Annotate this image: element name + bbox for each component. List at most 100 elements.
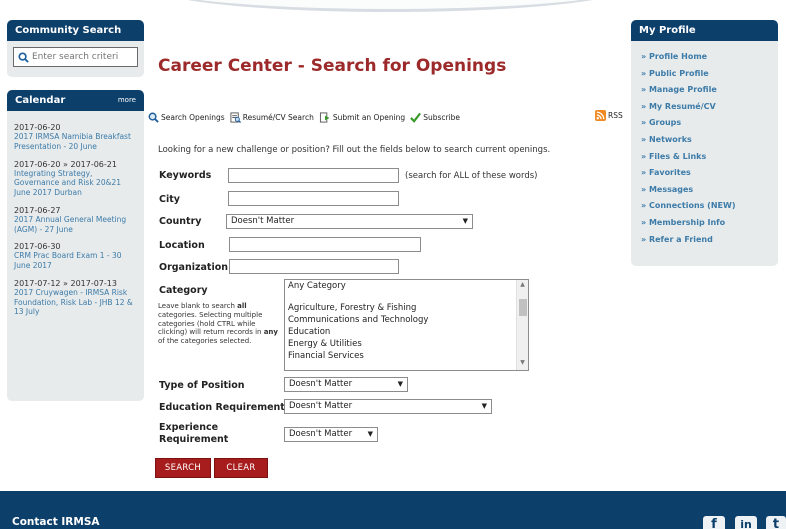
event-date: 2017-06-20 » 2017-06-21: [14, 159, 117, 169]
city-input[interactable]: [228, 191, 399, 206]
calendar-events: 2017-06-20 2017 IRMSA Namibia Breakfast …: [7, 111, 144, 401]
event-title-link[interactable]: 2017 Cruywagen - IRMSA Risk Foundation, …: [14, 288, 138, 317]
resume-search-link[interactable]: Resumé/CV Search: [230, 111, 314, 123]
category-help-any: any: [263, 328, 278, 337]
event-title-link[interactable]: 2017 Annual General Meeting (AGM) - 27 J…: [14, 215, 138, 235]
organization-input[interactable]: [229, 259, 399, 274]
community-search-body: [7, 41, 144, 77]
rss-label: RSS: [608, 111, 623, 120]
profile-link-home[interactable]: » Profile Home: [641, 49, 772, 66]
category-option[interactable]: Communications and Technology: [285, 314, 528, 326]
search-button[interactable]: SEARCH: [155, 458, 211, 478]
calendar-event[interactable]: 2017-06-27 2017 Annual General Meeting (…: [14, 206, 138, 235]
scroll-down-arrow-icon[interactable]: ▼: [517, 359, 528, 369]
linkedin-icon[interactable]: in: [735, 516, 757, 529]
country-label: Country: [159, 216, 202, 227]
chevron-down-icon: ▼: [462, 217, 468, 225]
event-title-link[interactable]: CRM Prac Board Exam 1 - 30 June 2017: [14, 251, 138, 271]
my-profile-links: » Profile Home » Public Profile » Manage…: [631, 41, 778, 266]
category-option[interactable]: Financial Services: [285, 350, 528, 362]
twitter-icon[interactable]: t: [766, 516, 786, 529]
search-icon: [148, 112, 159, 123]
my-profile-header: My Profile: [631, 20, 778, 41]
subscribe-link[interactable]: Subscribe: [410, 112, 460, 123]
profile-link-public[interactable]: » Public Profile: [641, 66, 772, 83]
type-of-position-value: Doesn't Matter: [289, 379, 353, 389]
intro-text: Looking for a new challenge or position?…: [158, 145, 551, 155]
category-option[interactable]: Energy & Utilities: [285, 338, 528, 350]
keywords-note: (search for ALL of these words): [405, 171, 538, 181]
event-date: 2017-07-12 » 2017-07-13: [14, 278, 117, 288]
community-search-field[interactable]: [13, 47, 138, 67]
community-search-title: Community Search: [15, 25, 122, 36]
chevron-down-icon: ▼: [367, 430, 373, 438]
organization-label: Organization: [159, 262, 229, 273]
experience-requirement-label: Experience Requirement: [159, 422, 228, 446]
category-option[interactable]: Any Category: [285, 280, 528, 292]
search-openings-label: Search Openings: [161, 112, 225, 122]
calendar-event[interactable]: 2017-06-20 » 2017-06-21 Integrating Stra…: [14, 160, 138, 198]
category-option[interactable]: Education: [285, 326, 528, 338]
search-icon[interactable]: [18, 51, 29, 63]
type-of-position-select[interactable]: Doesn't Matter ▼: [284, 377, 408, 392]
my-profile-panel: My Profile » Profile Home » Public Profi…: [631, 20, 778, 266]
event-title-link[interactable]: Integrating Strategy, Governance and Ris…: [14, 169, 138, 198]
profile-link-networks[interactable]: » Networks: [641, 132, 772, 149]
event-date: 2017-06-30: [14, 242, 61, 252]
contact-irmsa-heading: Contact IRMSA: [12, 516, 100, 528]
category-help-part: of the categories selected.: [158, 337, 252, 345]
submit-opening-label: Submit an Opening: [332, 112, 406, 122]
calendar-event[interactable]: 2017-06-30 CRM Prac Board Exam 1 - 30 Ju…: [14, 242, 138, 271]
resume-search-label: Resumé/CV Search: [242, 112, 314, 122]
facebook-icon[interactable]: f: [703, 516, 725, 529]
main-content: Career Center - Search for Openings Sear…: [148, 0, 631, 490]
category-help-all: all: [237, 302, 247, 310]
category-option[interactable]: Agriculture, Forestry & Fishing: [285, 302, 528, 314]
chevron-down-icon: ▼: [481, 402, 487, 410]
scrollbar-thumb[interactable]: [519, 299, 527, 316]
search-openings-link[interactable]: Search Openings: [148, 112, 225, 123]
career-toolbar: Search Openings Resumé/CV Search Submit …: [148, 110, 631, 124]
checkmark-icon: [410, 112, 422, 123]
category-scrollbar[interactable]: ▲ ▼: [516, 280, 528, 370]
profile-link-groups[interactable]: » Groups: [641, 115, 772, 132]
calendar-header: Calendar more: [7, 90, 144, 111]
profile-link-connections[interactable]: » Connections (NEW): [641, 198, 772, 215]
calendar-more-link[interactable]: more: [118, 90, 136, 111]
rss-link[interactable]: RSS: [595, 110, 623, 121]
calendar-event[interactable]: 2017-07-12 » 2017-07-13 2017 Cruywagen -…: [14, 279, 138, 317]
profile-link-refer[interactable]: » Refer a Friend: [641, 232, 772, 249]
submit-opening-link[interactable]: Submit an Opening: [319, 111, 406, 123]
scroll-up-arrow-icon[interactable]: ▲: [517, 281, 528, 291]
experience-requirement-value: Doesn't Matter: [289, 429, 353, 439]
category-help-part: categories. Selecting multiple categorie…: [158, 310, 264, 337]
country-select-value: Doesn't Matter: [231, 216, 295, 226]
profile-link-messages[interactable]: » Messages: [641, 182, 772, 199]
keywords-label: Keywords: [159, 170, 212, 181]
page-title: Career Center - Search for Openings: [158, 56, 507, 76]
event-title-link[interactable]: 2017 IRMSA Namibia Breakfast Presentatio…: [14, 132, 138, 152]
category-gap: [285, 292, 528, 302]
clear-button[interactable]: CLEAR: [214, 458, 268, 478]
location-input[interactable]: [229, 237, 421, 252]
community-search-header: Community Search: [7, 20, 144, 41]
category-listbox[interactable]: Any Category Agriculture, Forestry & Fis…: [284, 279, 529, 371]
profile-link-files[interactable]: » Files & Links: [641, 149, 772, 166]
profile-link-favorites[interactable]: » Favorites: [641, 165, 772, 182]
education-requirement-label: Education Requirement: [159, 402, 285, 413]
city-label: City: [159, 194, 180, 205]
calendar-event[interactable]: 2017-06-20 2017 IRMSA Namibia Breakfast …: [14, 123, 138, 152]
profile-link-manage[interactable]: » Manage Profile: [641, 82, 772, 99]
keywords-input[interactable]: [228, 168, 399, 183]
country-select[interactable]: Doesn't Matter ▼: [226, 214, 473, 229]
subscribe-label: Subscribe: [423, 112, 461, 122]
location-label: Location: [159, 240, 205, 251]
experience-requirement-select[interactable]: Doesn't Matter ▼: [284, 427, 378, 442]
experience-label-line: Requirement: [159, 434, 229, 445]
education-requirement-select[interactable]: Doesn't Matter ▼: [284, 399, 492, 414]
my-profile-title: My Profile: [639, 25, 696, 36]
profile-link-resume[interactable]: » My Resumé/CV: [641, 99, 772, 116]
community-search-input[interactable]: [32, 52, 137, 62]
calendar-panel: Calendar more 2017-06-20 2017 IRMSA Nami…: [7, 90, 144, 401]
profile-link-membership[interactable]: » Membership Info: [641, 215, 772, 232]
